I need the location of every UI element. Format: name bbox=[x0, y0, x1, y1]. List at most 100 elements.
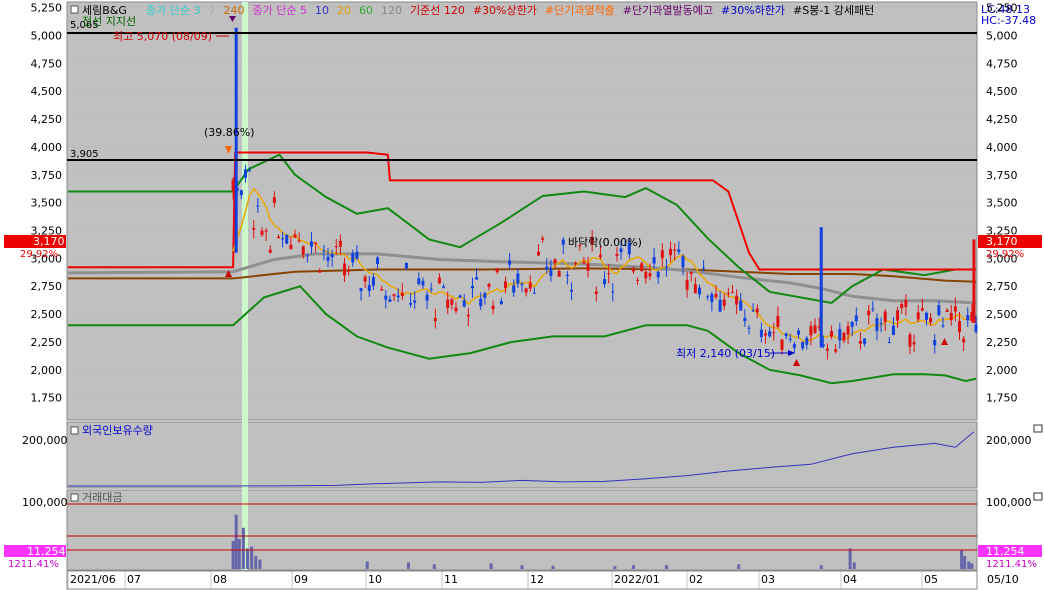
candle-body bbox=[437, 277, 441, 284]
candle-body bbox=[367, 285, 371, 291]
candle-body bbox=[714, 293, 718, 298]
candle-body bbox=[301, 246, 305, 255]
volume-box-icon[interactable] bbox=[70, 493, 79, 502]
candle-body bbox=[524, 288, 528, 293]
candle-body bbox=[912, 342, 916, 345]
foreign-close-icon[interactable] bbox=[1033, 424, 1043, 433]
candle-body bbox=[718, 299, 722, 312]
candle-body bbox=[516, 273, 520, 284]
x-label: 05/10 bbox=[987, 573, 1019, 586]
foreign-box-icon[interactable] bbox=[70, 426, 79, 435]
price-tick-left: 2,750 bbox=[31, 280, 63, 293]
x-label: 04 bbox=[843, 573, 857, 586]
candle-body bbox=[541, 237, 545, 240]
foreign-panel[interactable] bbox=[66, 421, 978, 489]
candle-body bbox=[751, 310, 755, 312]
candle-body bbox=[231, 179, 235, 191]
price-tick-left: 3,500 bbox=[31, 197, 63, 210]
volume-bar bbox=[432, 564, 436, 569]
current-pct-right: 29.92% bbox=[986, 249, 1024, 260]
volume-panel[interactable] bbox=[66, 489, 978, 571]
candle-body bbox=[503, 281, 507, 289]
candle-body bbox=[652, 257, 656, 264]
hc-readout: HC:-37.48 bbox=[981, 14, 1036, 27]
candle-body bbox=[425, 294, 429, 301]
candle-body bbox=[962, 338, 966, 343]
volume-bar bbox=[407, 562, 410, 569]
volume-bar bbox=[631, 565, 635, 569]
volume-bar bbox=[551, 565, 555, 569]
candle-body bbox=[396, 295, 400, 298]
candle-body bbox=[636, 279, 640, 281]
volume-bar bbox=[234, 514, 238, 569]
candle-body bbox=[276, 236, 280, 239]
candle-body bbox=[322, 250, 326, 252]
x-label: 05 bbox=[924, 573, 938, 586]
legend-box-icon[interactable] bbox=[70, 5, 79, 14]
foreign-tick-left: 200,000 bbox=[22, 434, 68, 447]
candle-body bbox=[351, 253, 355, 263]
candle-body bbox=[594, 291, 598, 295]
candle-body bbox=[330, 254, 334, 258]
candle-body bbox=[743, 317, 747, 322]
legend-item: 60 bbox=[359, 4, 373, 17]
candle-body bbox=[355, 251, 359, 259]
candle-body bbox=[260, 230, 264, 235]
candle-body bbox=[891, 325, 895, 335]
price-tick-left: 2,250 bbox=[31, 336, 63, 349]
candle-body bbox=[305, 254, 309, 256]
legend-item: 종가 단순 3 bbox=[146, 4, 200, 17]
candle-body bbox=[850, 321, 854, 327]
volume-bar bbox=[613, 566, 617, 569]
candle-body bbox=[788, 338, 792, 340]
price-tick-left: 5,250 bbox=[31, 2, 63, 15]
candle-body bbox=[376, 257, 380, 265]
candle-body bbox=[404, 263, 408, 269]
candle-body bbox=[343, 263, 347, 276]
support-label: 전선 지지선 bbox=[82, 15, 136, 28]
volume-bar bbox=[231, 540, 235, 569]
price-tick-left: 2,500 bbox=[31, 308, 63, 321]
candle-body bbox=[842, 332, 846, 341]
candle-body bbox=[858, 340, 862, 344]
volume-tick-right: 100,000 bbox=[986, 496, 1032, 509]
volume-bar bbox=[967, 561, 971, 569]
legend-item: 240 bbox=[223, 4, 244, 17]
candle-body bbox=[941, 325, 945, 327]
price-tick-right: 1,750 bbox=[986, 392, 1018, 405]
candle-body bbox=[896, 310, 900, 321]
volume-bar bbox=[246, 548, 250, 569]
candle-body bbox=[966, 315, 970, 321]
low-annotation: 최저 2,140 (03/15) bbox=[676, 347, 775, 360]
volume-close-icon[interactable] bbox=[1033, 492, 1043, 501]
candle-body bbox=[586, 263, 590, 271]
candle-body bbox=[598, 254, 602, 258]
candle-body bbox=[545, 266, 549, 270]
candle-body bbox=[689, 272, 693, 275]
candle-body bbox=[454, 307, 458, 312]
price-tick-right: 5,000 bbox=[986, 29, 1018, 42]
candle-body bbox=[557, 270, 561, 277]
volume-bar bbox=[819, 565, 823, 569]
price-tick-left: 4,750 bbox=[31, 57, 63, 70]
candle-body bbox=[784, 333, 788, 337]
price-panel[interactable] bbox=[66, 1, 978, 421]
candle-body bbox=[615, 254, 619, 256]
candle-body bbox=[442, 286, 446, 288]
candle-body bbox=[673, 249, 677, 251]
candle-body bbox=[846, 326, 850, 335]
stock-chart[interactable]: 5,065 3,905 세림B&G 종가 단순 3 7 240 종가 단순 5 10 20… bbox=[0, 0, 1044, 590]
current-pct-left: 29.92% bbox=[20, 249, 58, 260]
candle-body bbox=[953, 306, 957, 312]
candle-body bbox=[722, 299, 726, 306]
current-price-right: 3,170 bbox=[986, 235, 1018, 248]
volume-bar bbox=[852, 562, 856, 569]
candle-body bbox=[871, 308, 875, 310]
volume-bar bbox=[237, 539, 241, 569]
price-tick-right: 2,750 bbox=[986, 280, 1018, 293]
x-label: 07 bbox=[127, 573, 141, 586]
legend-item: #30%상한가 bbox=[473, 4, 537, 17]
candle-body bbox=[359, 288, 363, 292]
date-axis bbox=[66, 570, 978, 590]
volume-bar bbox=[258, 559, 262, 569]
